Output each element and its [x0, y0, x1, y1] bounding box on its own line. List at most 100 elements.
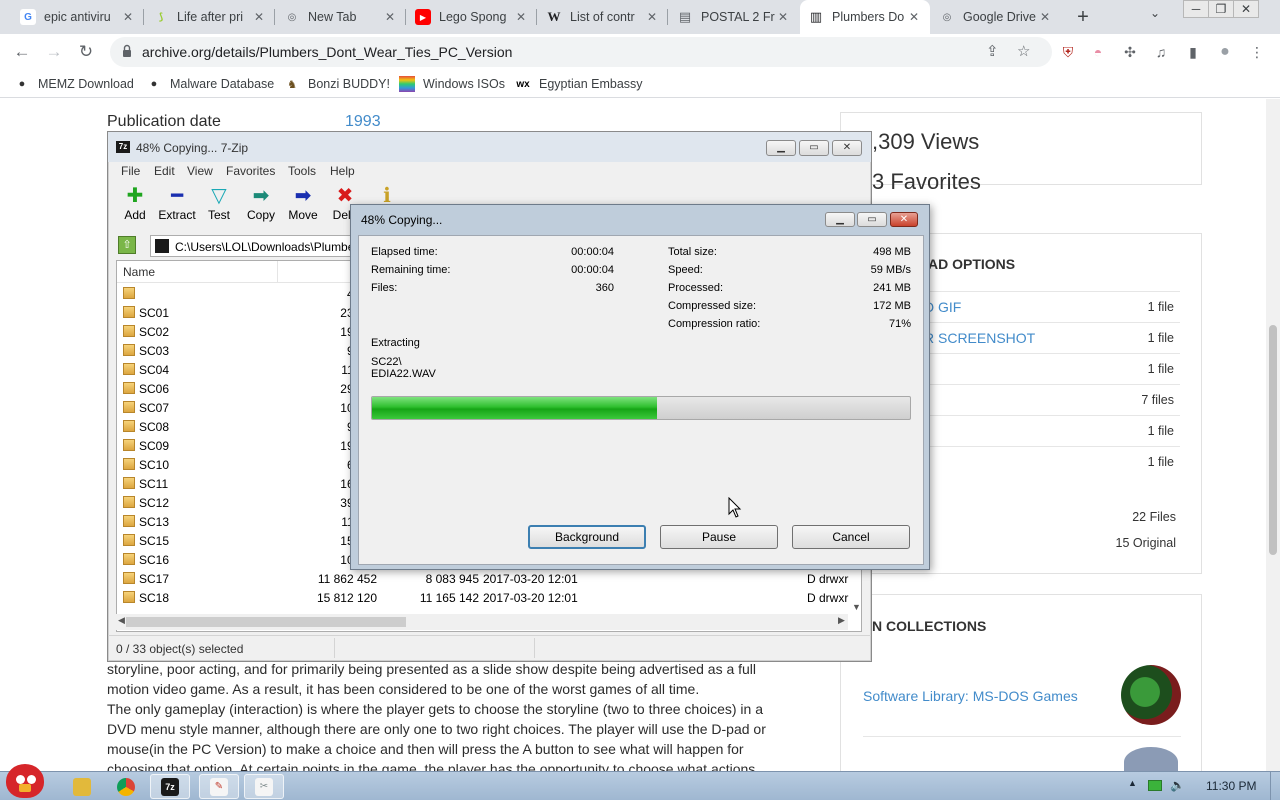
- taskbar-paint[interactable]: ✎: [199, 774, 239, 799]
- close-icon[interactable]: ✕: [251, 10, 267, 24]
- forward-button[interactable]: →: [42, 40, 66, 64]
- tab-search-button[interactable]: ⌄: [1150, 6, 1160, 20]
- address-bar[interactable]: archive.org/details/Plumbers_Dont_Wear_T…: [110, 37, 1052, 67]
- page-scrollbar-thumb[interactable]: [1269, 325, 1277, 555]
- background-button[interactable]: Background: [528, 525, 646, 549]
- column-name[interactable]: Name: [123, 265, 155, 279]
- path-text[interactable]: C:\Users\LOL\Downloads\Plumbe: [175, 240, 354, 254]
- show-desktop-button[interactable]: [1270, 772, 1280, 800]
- column-divider[interactable]: [277, 261, 278, 283]
- tab-0[interactable]: G epic antiviru ✕: [12, 0, 144, 34]
- lock-icon[interactable]: [122, 44, 132, 58]
- menu-favorites[interactable]: Favorites: [226, 164, 275, 178]
- reload-button[interactable]: ↻: [74, 40, 98, 64]
- folder-up-icon[interactable]: ⇧: [118, 236, 136, 254]
- download-file-count[interactable]: 7 files: [1141, 393, 1174, 407]
- download-file-count[interactable]: 1 file: [1148, 362, 1174, 376]
- add-icon: ✚: [126, 185, 144, 207]
- taskbar-tool[interactable]: ✂: [244, 774, 284, 799]
- bookmark-star-icon[interactable]: ☆: [1017, 42, 1030, 60]
- table-row[interactable]: SC18 15 812 120 11 165 142 2017-03-20 12:01…: [117, 588, 861, 607]
- collection-thumbnail[interactable]: [1124, 747, 1178, 771]
- move-button[interactable]: ➡ Move: [281, 186, 325, 222]
- download-file-count[interactable]: 1 file: [1148, 331, 1174, 345]
- download-file-count[interactable]: 1 file: [1148, 300, 1174, 314]
- start-button[interactable]: [2, 760, 48, 800]
- test-button[interactable]: ▽ Test: [197, 186, 241, 222]
- volume-icon[interactable]: 🔈: [1170, 778, 1185, 792]
- tab-1[interactable]: ⟆ Life after pri ✕: [145, 0, 275, 34]
- close-icon[interactable]: ✕: [644, 10, 660, 24]
- tab-4[interactable]: W List of contr ✕: [538, 0, 668, 34]
- close-window-button[interactable]: ✕: [1233, 0, 1259, 18]
- collection-link[interactable]: Software Library: MS-DOS Games: [863, 688, 1078, 704]
- progress-close-button[interactable]: ✕: [890, 212, 918, 227]
- progress-minimize-button[interactable]: ▁: [825, 212, 855, 227]
- menu-view[interactable]: View: [187, 164, 213, 178]
- new-tab-button[interactable]: +: [1070, 4, 1096, 30]
- network-icon[interactable]: [1148, 780, 1162, 791]
- tab-2[interactable]: ◎ New Tab ✕: [276, 0, 406, 34]
- close-icon[interactable]: ✕: [120, 10, 136, 24]
- progress-maximize-button[interactable]: ▭: [857, 212, 887, 227]
- menu-help[interactable]: Help: [330, 164, 355, 178]
- share-icon[interactable]: ⇪: [986, 42, 999, 60]
- side-panel-icon[interactable]: ▮: [1184, 43, 1202, 61]
- minimize-button[interactable]: ─: [1183, 0, 1209, 18]
- tab-5[interactable]: ▤ POSTAL 2 Fr ✕: [669, 0, 799, 34]
- restore-button[interactable]: ❐: [1208, 0, 1234, 18]
- extensions-puzzle-icon[interactable]: ✣: [1121, 43, 1139, 61]
- menu-tools[interactable]: Tools: [288, 164, 316, 178]
- total-files-count[interactable]: 22 Files: [1132, 510, 1176, 524]
- browser-menu-icon[interactable]: ⋮: [1248, 43, 1266, 61]
- file-attributes: D drwxr: [807, 591, 849, 605]
- close-icon[interactable]: ✕: [775, 10, 791, 24]
- hscroll-thumb[interactable]: [126, 617, 406, 627]
- pause-button[interactable]: Pause: [660, 525, 778, 549]
- close-icon[interactable]: ✕: [906, 10, 922, 24]
- 7zip-maximize-button[interactable]: ▭: [799, 140, 829, 156]
- url-text[interactable]: archive.org/details/Plumbers_Dont_Wear_T…: [142, 44, 512, 60]
- menu-edit[interactable]: Edit: [154, 164, 175, 178]
- bookmark-memz[interactable]: ● MEMZ Download: [14, 76, 134, 92]
- download-file-count[interactable]: 1 file: [1148, 455, 1174, 469]
- extension-flag-icon[interactable]: ◓: [1089, 43, 1107, 61]
- extract-button[interactable]: ━ Extract: [155, 186, 199, 222]
- close-icon[interactable]: ✕: [382, 10, 398, 24]
- copy-button[interactable]: ➡ Copy: [239, 186, 283, 222]
- menu-file[interactable]: File: [121, 164, 140, 178]
- download-format-link[interactable]: R SCREENSHOT: [924, 330, 1035, 346]
- taskbar-chrome[interactable]: [106, 774, 146, 799]
- bookmark-malware-db[interactable]: ● Malware Database: [146, 76, 275, 92]
- add-button[interactable]: ✚ Add: [113, 186, 157, 222]
- media-control-icon[interactable]: ♫: [1152, 43, 1170, 61]
- original-files-count[interactable]: 15 Original: [1116, 536, 1176, 550]
- clock[interactable]: 11:30 PM: [1206, 779, 1256, 793]
- collection-thumbnail[interactable]: [1121, 665, 1181, 725]
- extension-shield-icon[interactable]: ⛨: [1059, 43, 1077, 61]
- scroll-right-icon[interactable]: ▶: [838, 615, 845, 626]
- close-icon[interactable]: ✕: [1037, 10, 1053, 24]
- tab-3[interactable]: ▶ Lego Spong ✕: [407, 0, 537, 34]
- tab-7[interactable]: ◎ Google Drive ✕: [931, 0, 1061, 34]
- close-icon[interactable]: ✕: [513, 10, 529, 24]
- scroll-down-icon[interactable]: ▼: [852, 602, 861, 612]
- table-row[interactable]: SC17 11 862 452 8 083 945 2017-03-20 12:01 D…: [117, 569, 861, 588]
- back-button[interactable]: ←: [10, 40, 34, 64]
- 7zip-minimize-button[interactable]: ▁: [766, 140, 796, 156]
- 7zip-close-button[interactable]: ✕: [832, 140, 862, 156]
- 7zip-titlebar[interactable]: 7z 48% Copying... 7-Zip ▁ ▭ ✕: [108, 132, 871, 162]
- tab-6-active[interactable]: ▥ Plumbers Do ✕: [800, 0, 930, 34]
- taskbar-explorer[interactable]: [62, 774, 102, 799]
- bookmark-windows-isos[interactable]: Windows ISOs: [399, 76, 505, 92]
- download-file-count[interactable]: 1 file: [1148, 424, 1174, 438]
- bookmark-egyptian-embassy[interactable]: wx Egyptian Embassy: [515, 76, 642, 92]
- publication-date-link[interactable]: 1993: [345, 113, 381, 131]
- file-list-hscrollbar[interactable]: ◀ ▶: [116, 614, 848, 630]
- scroll-left-icon[interactable]: ◀: [118, 615, 125, 626]
- profile-avatar-icon[interactable]: ●: [1216, 43, 1234, 61]
- taskbar-7zip[interactable]: 7z: [150, 774, 190, 799]
- bookmark-bonzi[interactable]: ♞ Bonzi BUDDY!: [284, 76, 390, 92]
- cancel-button[interactable]: Cancel: [792, 525, 910, 549]
- show-hidden-icons[interactable]: ▲: [1128, 778, 1137, 788]
